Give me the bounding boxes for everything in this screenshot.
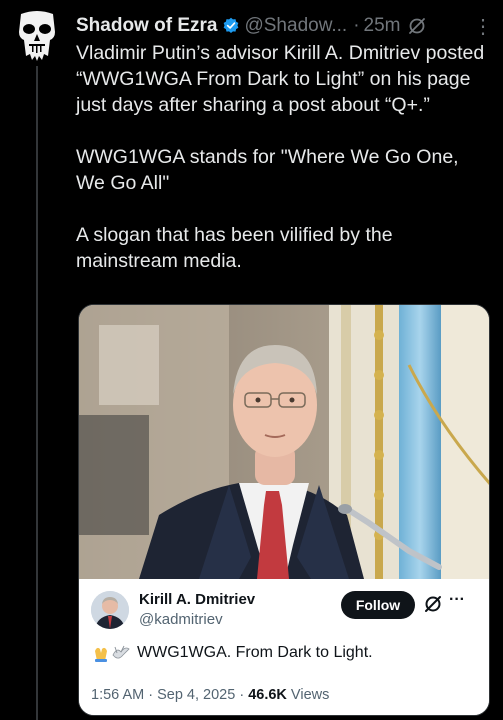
verified-badge-icon: [222, 17, 240, 35]
quoted-time[interactable]: 1:56 AM: [91, 687, 144, 703]
tweet: Shadow of Ezra @Shadow... · 25m ⋮ Vladim…: [0, 0, 503, 720]
tweet-header: Shadow of Ezra @Shadow... · 25m ⋮: [76, 14, 493, 39]
timestamp[interactable]: 25m: [364, 15, 401, 37]
author-handle[interactable]: @Shadow...: [244, 15, 347, 37]
quoted-tweet[interactable]: Kirill A. Dmitriev @kadmitriev Follow ··…: [79, 579, 489, 715]
follow-button[interactable]: Follow: [341, 591, 415, 619]
quoted-author-name[interactable]: Kirill A. Dmitriev: [139, 591, 255, 608]
avatar[interactable]: [14, 10, 60, 62]
tweet-paragraph: A slogan that has been vilified by the m…: [76, 224, 393, 272]
author-name[interactable]: Shadow of Ezra: [76, 15, 217, 37]
more-vertical-icon[interactable]: ⋮: [473, 14, 493, 39]
separator-dot: ·: [353, 15, 360, 36]
media-card[interactable]: Kirill A. Dmitriev @kadmitriev Follow ··…: [78, 304, 490, 716]
praying-hands-dove-icon: [91, 643, 131, 663]
views-count: 46.6K: [248, 687, 287, 703]
separator-dot: ·: [235, 687, 249, 703]
quoted-date[interactable]: Sep 4, 2025: [157, 687, 235, 703]
thread-line: [36, 66, 38, 720]
punisher-skull-icon: [15, 10, 59, 67]
grok-icon[interactable]: [407, 16, 427, 36]
separator-dot: ·: [144, 687, 158, 703]
quoted-author-handle[interactable]: @kadmitriev: [139, 611, 223, 628]
avatar[interactable]: [91, 591, 129, 629]
quoted-text: WWG1WGA. From Dark to Light.: [137, 644, 373, 661]
more-horizontal-icon[interactable]: ···: [449, 591, 465, 609]
avatar-column: [14, 10, 64, 62]
tweet-text: Vladimir Putin’s advisor Kirill A. Dmitr…: [76, 40, 486, 274]
photo[interactable]: [79, 305, 489, 579]
grok-icon[interactable]: [423, 594, 443, 619]
tweet-paragraph: WWG1WGA stands for "Where We Go One, We …: [76, 146, 459, 194]
tweet-paragraph: Vladimir Putin’s advisor Kirill A. Dmitr…: [76, 42, 485, 116]
quoted-tweet-text: WWG1WGA. From Dark to Light.: [91, 643, 373, 663]
quoted-tweet-meta: 1:56 AM · Sep 4, 2025 · 46.6K Views: [91, 687, 329, 703]
views-label: Views: [286, 687, 330, 703]
